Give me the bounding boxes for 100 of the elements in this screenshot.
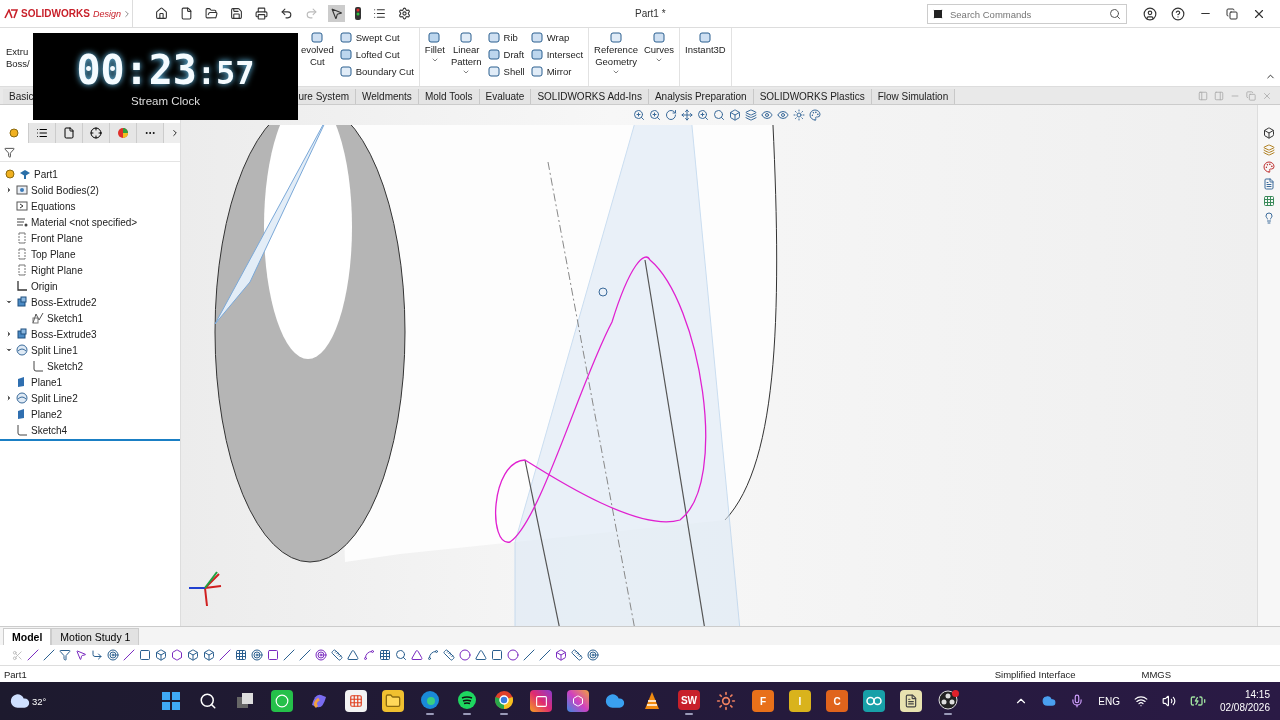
tree-item[interactable]: Boss-Extrude2: [31, 296, 97, 308]
task-pane-icon[interactable]: [1263, 178, 1275, 190]
tool-icon[interactable]: [235, 649, 247, 661]
terminal-icon[interactable]: [932, 7, 944, 20]
command-tab[interactable]: SOLIDWORKS Add-Ins: [531, 89, 649, 104]
dropdown-caret-icon[interactable]: [612, 68, 621, 76]
ribbon-command[interactable]: Lofted Cut: [355, 48, 400, 61]
ribbon-label[interactable]: Reference: [594, 44, 638, 56]
command-tab[interactable]: SOLIDWORKS Plastics: [753, 89, 872, 104]
task-pane-icon[interactable]: [1263, 212, 1275, 224]
ribbon-label[interactable]: Curves: [643, 44, 675, 56]
dropdown-caret-icon[interactable]: [430, 56, 439, 64]
help-icon[interactable]: [1171, 6, 1185, 21]
infinity-icon[interactable]: [863, 690, 885, 712]
tool-icon[interactable]: [587, 649, 599, 661]
tool-icon[interactable]: [507, 649, 519, 661]
tool-icon[interactable]: [299, 649, 311, 661]
command-tab[interactable]: Analysis Preparation: [648, 89, 754, 104]
restore-icon[interactable]: [1226, 7, 1238, 20]
cloud-icon[interactable]: [1042, 694, 1057, 708]
tree-item[interactable]: Material <not specified>: [31, 216, 138, 228]
expand-caret-icon[interactable]: [4, 346, 13, 354]
view-tool-icon[interactable]: [809, 109, 821, 121]
view-tool-icon[interactable]: [665, 109, 677, 121]
ribbon-label[interactable]: Linear: [453, 44, 480, 56]
microphone-icon[interactable]: [1070, 694, 1085, 708]
filter-icon[interactable]: [4, 146, 15, 158]
tool-icon[interactable]: [75, 649, 87, 661]
tool-icon[interactable]: [555, 649, 567, 661]
tool-icon[interactable]: [219, 649, 231, 661]
tool-icon[interactable]: [347, 649, 359, 661]
print-icon[interactable]: [253, 5, 270, 22]
wifi-icon[interactable]: [1133, 694, 1148, 708]
bag-icon[interactable]: [345, 690, 367, 712]
tree-item[interactable]: Plane2: [31, 408, 63, 420]
ribbon-label[interactable]: Pattern: [450, 56, 482, 68]
browser-icon[interactable]: [493, 690, 515, 711]
tool-icon[interactable]: [427, 649, 439, 661]
appearance-tab[interactable]: [110, 123, 137, 143]
tree-item[interactable]: Solid Bodies(2): [31, 184, 99, 196]
tool-icon[interactable]: [251, 649, 263, 661]
record-icon[interactable]: [937, 690, 959, 711]
chat-icon[interactable]: [271, 690, 293, 712]
more-tab[interactable]: [137, 123, 164, 143]
tool-icon[interactable]: [475, 649, 487, 661]
globe-icon[interactable]: [419, 690, 441, 711]
tool-icon[interactable]: [571, 649, 583, 661]
tree-item[interactable]: Equations: [31, 200, 76, 212]
view-tool-icon[interactable]: [793, 109, 805, 121]
tool-icon[interactable]: [107, 649, 119, 661]
swirl-icon[interactable]: [567, 690, 589, 712]
user-icon[interactable]: [1143, 6, 1157, 21]
tree-item[interactable]: Split Line2: [31, 392, 78, 404]
view-tool-icon[interactable]: [777, 109, 789, 121]
start-icon[interactable]: [160, 690, 182, 712]
tool-icon[interactable]: [171, 649, 183, 661]
command-tab[interactable]: Flow Simulation: [871, 89, 956, 104]
tool-icon[interactable]: [27, 649, 39, 661]
tree-item[interactable]: Top Plane: [31, 248, 76, 260]
home-icon[interactable]: [153, 5, 170, 22]
tree-item[interactable]: Plane1: [31, 376, 63, 388]
tool-icon[interactable]: [283, 649, 295, 661]
tool-icon[interactable]: [59, 649, 71, 661]
tool-icon[interactable]: [139, 649, 151, 661]
save-icon[interactable]: [228, 5, 245, 22]
tool-icon[interactable]: [331, 649, 343, 661]
dropdown-caret-icon[interactable]: [655, 56, 663, 64]
ribbon-label[interactable]: Extru: [6, 46, 29, 58]
notepad-icon[interactable]: [900, 690, 922, 712]
clock[interactable]: 14:15 02/08/2026: [1219, 688, 1270, 714]
ribbon-label[interactable]: Instant3D: [685, 44, 726, 56]
search-field[interactable]: Search Commands: [927, 4, 1127, 24]
tool-icon[interactable]: [267, 649, 279, 661]
property-tab[interactable]: [29, 123, 56, 143]
settings-icon[interactable]: [396, 5, 413, 22]
tree-item[interactable]: Right Plane: [31, 264, 83, 276]
tree-item[interactable]: Sketch4: [31, 424, 68, 436]
tool-icon[interactable]: [155, 649, 167, 661]
view-tool-icon[interactable]: [649, 109, 661, 121]
configuration-tab[interactable]: [56, 123, 83, 143]
tree-item[interactable]: Boss-Extrude3: [31, 328, 97, 340]
music-icon[interactable]: [456, 690, 478, 711]
ribbon-command[interactable]: Wrap: [546, 31, 570, 44]
command-tab[interactable]: Mold Tools: [418, 89, 480, 104]
ribbon-label[interactable]: evolved: [301, 44, 334, 56]
tool-icon[interactable]: [187, 649, 199, 661]
tool-icon[interactable]: [491, 649, 503, 661]
tree-item[interactable]: Origin: [31, 280, 58, 292]
ribbon-command[interactable]: Rib: [503, 31, 518, 44]
ribbon-command[interactable]: Intersect: [546, 48, 584, 61]
ribbon-command[interactable]: Draft: [503, 48, 525, 61]
tool-icon[interactable]: [363, 649, 375, 661]
tree-item[interactable]: Sketch1: [47, 312, 84, 324]
camera-icon[interactable]: [530, 690, 552, 712]
dropdown-caret-icon[interactable]: [462, 68, 471, 76]
traffic-light-icon[interactable]: [353, 5, 363, 22]
app-icon[interactable]: SW: [678, 690, 700, 711]
bottom-tab[interactable]: Model: [3, 628, 52, 645]
ribbon-label[interactable]: Boss/: [6, 58, 30, 70]
units-label[interactable]: MMGS: [1141, 668, 1172, 680]
